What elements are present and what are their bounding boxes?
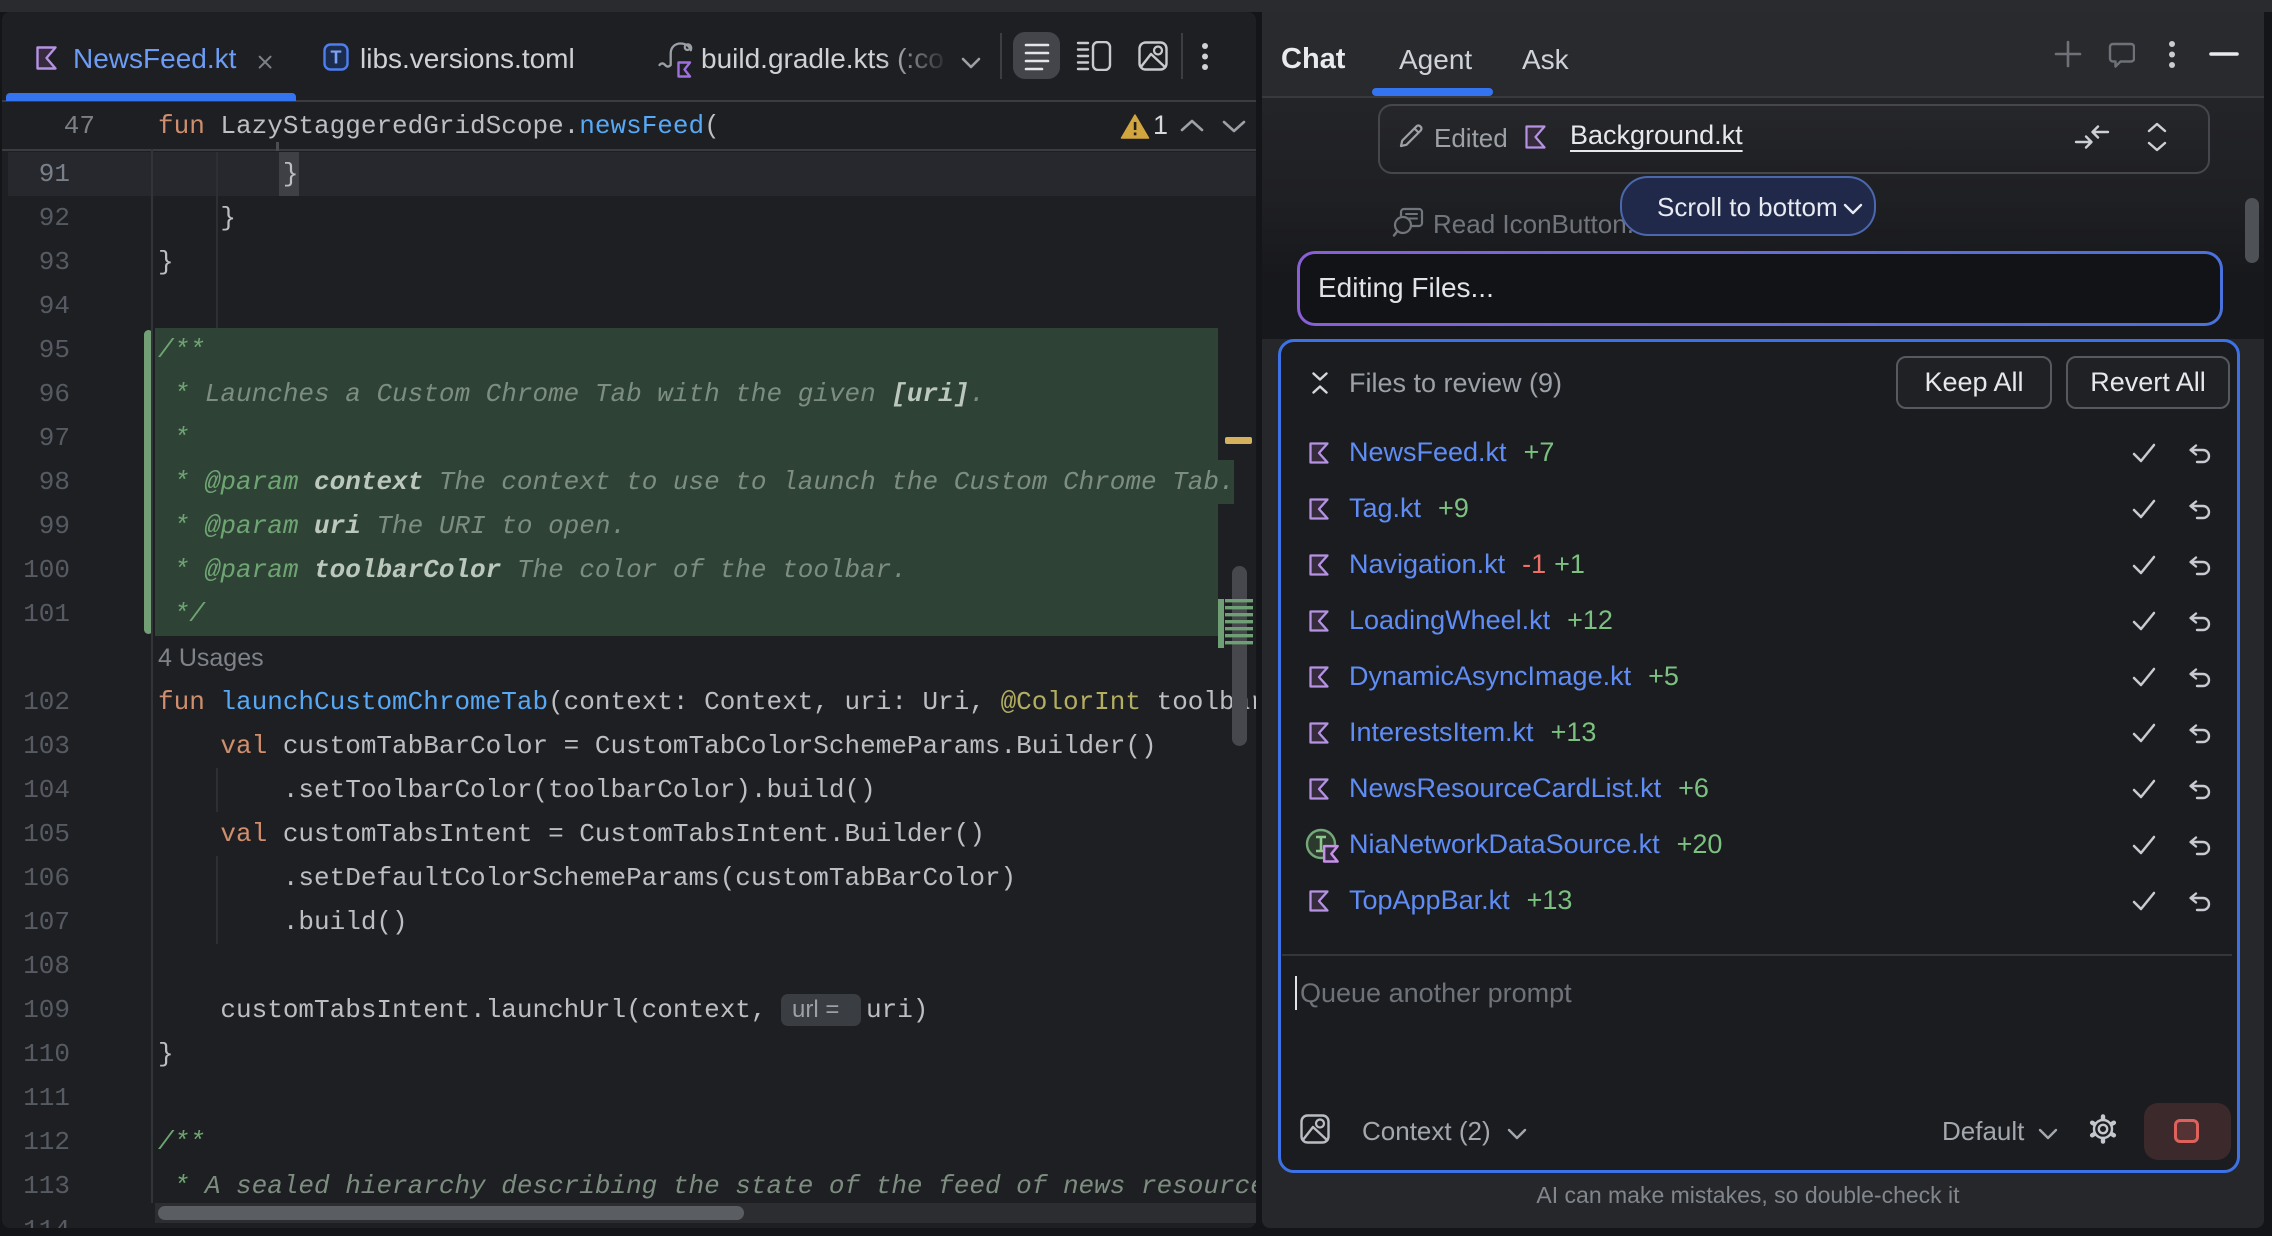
svg-text:T: T bbox=[331, 48, 342, 68]
